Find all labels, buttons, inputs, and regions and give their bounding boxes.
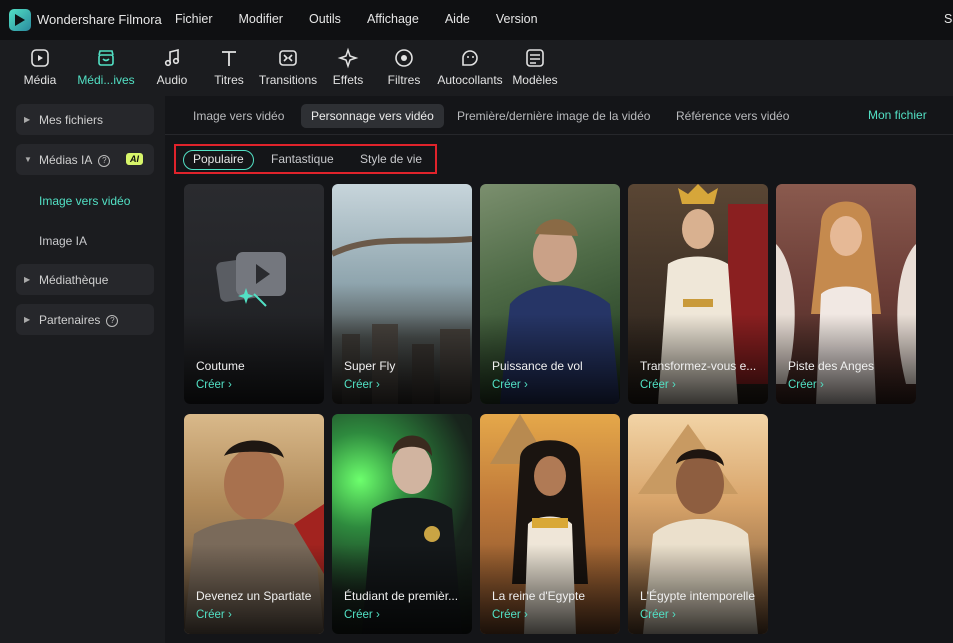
- tab-premiere-derniere-image[interactable]: Première/dernière image de la vidéo: [447, 104, 660, 128]
- toolbar-stickers-label: Autocollants: [437, 73, 503, 87]
- toolbar-titles-label: Titres: [214, 73, 244, 87]
- toolbar-stickers-button[interactable]: Autocollants: [436, 40, 504, 96]
- left-sidebar: ▶ Mes fichiers ▼ Médias IA? AI Image ver…: [0, 96, 165, 643]
- help-icon[interactable]: ?: [106, 315, 119, 327]
- template-icon: [524, 47, 546, 69]
- card-title: Super Fly: [344, 359, 396, 373]
- title-right-text: Sa: [944, 12, 953, 26]
- menu-outils[interactable]: Outils: [309, 12, 341, 26]
- mon-fichier-link[interactable]: Mon fichier: [868, 108, 927, 122]
- sidebar-item-mediatheque[interactable]: ▶ Médiathèque: [16, 264, 154, 295]
- help-icon[interactable]: ?: [98, 155, 111, 167]
- main-panel: Image vers vidéo Personnage vers vidéo P…: [165, 96, 953, 643]
- sticker-icon: [459, 47, 481, 69]
- ai-badge: AI: [126, 153, 143, 165]
- template-card-egypte-intemporelle[interactable]: L'Égypte intemporelle Créer ›: [628, 414, 768, 634]
- template-card-reine-egypte[interactable]: La reine d'Egypte Créer ›: [480, 414, 620, 634]
- sidebar-item-partenaires[interactable]: ▶ Partenaires?: [16, 304, 154, 335]
- filter-icon: [393, 47, 415, 69]
- create-button[interactable]: Créer ›: [492, 379, 528, 391]
- sidebar-label-mes-fichiers: Mes fichiers: [39, 113, 104, 127]
- card-title: Étudiant de premièr...: [344, 589, 459, 603]
- toolbar-audio-button[interactable]: Audio: [155, 40, 189, 96]
- card-title: Puissance de vol: [492, 359, 583, 373]
- text-t-icon: [218, 47, 240, 69]
- create-button[interactable]: Créer ›: [640, 379, 676, 391]
- create-button[interactable]: Créer ›: [344, 609, 380, 621]
- sparkle-icon: [337, 47, 359, 69]
- template-card-piste-des-anges[interactable]: Piste des Anges Créer ›: [776, 184, 916, 404]
- tab-bar: Image vers vidéo Personnage vers vidéo P…: [165, 96, 953, 135]
- filter-chip-fantastique[interactable]: Fantastique: [262, 150, 343, 168]
- sidebar-label-mediatheque: Médiathèque: [39, 273, 109, 287]
- menu-fichier[interactable]: Fichier: [175, 12, 213, 26]
- card-title: Transformez-vous e...: [640, 359, 757, 373]
- card-title: Devenez un Spartiate: [196, 589, 312, 603]
- filmora-logo-icon: [9, 9, 31, 31]
- card-title: La reine d'Egypte: [492, 589, 586, 603]
- sidebar-item-medias-ia[interactable]: ▼ Médias IA? AI: [16, 144, 154, 175]
- template-card-etudiant[interactable]: Étudiant de premièr... Créer ›: [332, 414, 472, 634]
- menu-version[interactable]: Version: [496, 12, 538, 26]
- create-button[interactable]: Créer ›: [640, 609, 676, 621]
- app-name: Wondershare Filmora: [37, 12, 162, 27]
- sidebar-label-medias-ia: Médias IA: [39, 153, 93, 167]
- toolbar-stock-media-label: Médi...ives: [77, 73, 135, 87]
- filter-chip-group: Populaire Fantastique Style de vie: [174, 144, 437, 174]
- sidebar-label-medias-ia-wrap: Médias IA?: [39, 153, 111, 167]
- toolbar-titles-button[interactable]: Titres: [212, 40, 246, 96]
- menu-affichage[interactable]: Affichage: [367, 12, 419, 26]
- toolbar-transitions-label: Transitions: [258, 73, 318, 87]
- tab-reference-vers-video[interactable]: Référence vers vidéo: [666, 104, 799, 128]
- card-title: Piste des Anges: [788, 359, 875, 373]
- filter-chip-style-de-vie[interactable]: Style de vie: [351, 150, 431, 168]
- media-icon: [29, 47, 51, 69]
- sidebar-subitem-image-ia[interactable]: Image IA: [39, 234, 87, 248]
- template-card-coutume[interactable]: Coutume Créer ›: [184, 184, 324, 404]
- create-button[interactable]: Créer ›: [196, 609, 232, 621]
- chevron-down-icon: ▼: [24, 155, 32, 164]
- toolbar-audio-label: Audio: [156, 73, 188, 87]
- toolbar-transitions-button[interactable]: Transitions: [259, 40, 317, 96]
- create-button[interactable]: Créer ›: [196, 379, 232, 391]
- toolbar-templates-button[interactable]: Modèles: [511, 40, 559, 96]
- main-toolbar: Média Médi...ives Audio Titres Transitio…: [0, 40, 953, 96]
- template-card-super-fly[interactable]: Super Fly Créer ›: [332, 184, 472, 404]
- create-button[interactable]: Créer ›: [344, 379, 380, 391]
- toolbar-stock-media-button[interactable]: Médi...ives: [76, 40, 136, 96]
- sidebar-label-partenaires: Partenaires: [39, 313, 101, 327]
- sidebar-label-partenaires-wrap: Partenaires?: [39, 313, 119, 327]
- toolbar-media-button[interactable]: Média: [22, 40, 58, 96]
- chevron-right-icon: ▶: [24, 315, 31, 324]
- toolbar-effects-button[interactable]: Effets: [331, 40, 365, 96]
- music-note-icon: [161, 47, 183, 69]
- tab-personnage-vers-video[interactable]: Personnage vers vidéo: [301, 104, 444, 128]
- toolbar-templates-label: Modèles: [512, 73, 558, 87]
- create-button[interactable]: Créer ›: [788, 379, 824, 391]
- sidebar-item-mes-fichiers[interactable]: ▶ Mes fichiers: [16, 104, 154, 135]
- title-bar: Wondershare Filmora Fichier Modifier Out…: [0, 0, 953, 40]
- toolbar-effects-label: Effets: [332, 73, 364, 87]
- template-card-puissance-de-vol[interactable]: Puissance de vol Créer ›: [480, 184, 620, 404]
- chevron-right-icon: ▶: [24, 275, 31, 284]
- template-card-transformez-vous[interactable]: Transformez-vous e... Créer ›: [628, 184, 768, 404]
- tab-image-vers-video[interactable]: Image vers vidéo: [183, 104, 294, 128]
- filter-chip-populaire[interactable]: Populaire: [183, 150, 254, 170]
- transition-icon: [277, 47, 299, 69]
- toolbar-filters-button[interactable]: Filtres: [385, 40, 423, 96]
- template-card-spartiate[interactable]: Devenez un Spartiate Créer ›: [184, 414, 324, 634]
- menu-modifier[interactable]: Modifier: [239, 12, 283, 26]
- create-button[interactable]: Créer ›: [492, 609, 528, 621]
- toolbar-media-label: Média: [23, 73, 57, 87]
- card-title: Coutume: [196, 359, 245, 373]
- sidebar-subitem-image-vers-video[interactable]: Image vers vidéo: [39, 194, 130, 208]
- stock-media-icon: [95, 47, 117, 69]
- menu-bar: Fichier Modifier Outils Affichage Aide V…: [175, 12, 564, 26]
- card-title: L'Égypte intemporelle: [640, 589, 756, 603]
- menu-aide[interactable]: Aide: [445, 12, 470, 26]
- toolbar-filters-label: Filtres: [387, 73, 421, 87]
- chevron-right-icon: ▶: [24, 115, 31, 124]
